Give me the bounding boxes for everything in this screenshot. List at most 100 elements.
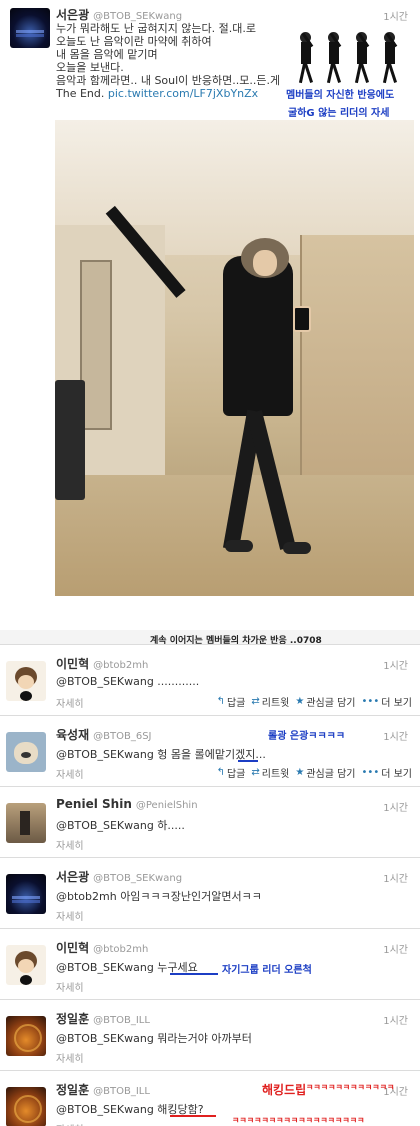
dancer-figure: [292, 28, 318, 86]
author-name[interactable]: Peniel Shin: [56, 797, 132, 811]
annotation: ㅋㅋㅋㅋㅋㅋㅋㅋㅋㅋㅋㅋㅋㅋㅋㅋㅋㅋ: [232, 1116, 365, 1125]
reply-header: 육성재 @BTOB_6SJ: [56, 726, 151, 743]
reply-header: Peniel Shin @PenielShin: [56, 797, 198, 811]
tweet-actions: ↰ 답글 ⇄ 리트윗 ★ 관심글 담기 ••• 더 보기: [217, 765, 412, 780]
more-button[interactable]: ••• 더 보기: [362, 694, 412, 709]
author-handle[interactable]: @PenielShin: [136, 800, 198, 811]
reply-time[interactable]: 1시간: [383, 799, 408, 814]
annotation-underline: [170, 1115, 216, 1117]
reply-header: 이민혁 @btob2mh: [56, 655, 148, 672]
detail-link[interactable]: 자세히: [56, 908, 84, 923]
annotation-underline: [170, 973, 218, 975]
reply-time[interactable]: 1시간: [383, 728, 408, 743]
replies-section: 계속 이어지는 멤버들의 차가운 반응 ..0708 이민혁 @btob2mh 1…: [0, 630, 420, 1126]
detail-link[interactable]: 자세히: [56, 766, 84, 781]
tweet-line: 오늘을 보낸다.: [56, 61, 124, 74]
tweet-line: 음악과 함께라면.. 내 Soul이 반응하면..모..든.게: [56, 74, 281, 87]
annotation: 롤광 은광ㅋㅋㅋㅋ: [268, 731, 346, 742]
annotation: 해킹드립: [262, 1083, 307, 1097]
star-icon: ★: [295, 696, 305, 707]
author-handle[interactable]: @BTOB_SEKwang: [93, 873, 182, 884]
retweet-icon: ⇄: [251, 696, 260, 707]
tweet-line: 내 몸을 음악에 맡기며: [56, 48, 158, 61]
dancer-figure: [320, 28, 346, 86]
tweet-line-last: The End. pic.twitter.com/LF7jXbYnZx: [56, 87, 280, 100]
tweet-line: 누가 뭐라해도 난 굽혀지지 않는다. 절.대.로: [56, 22, 257, 35]
reply-time[interactable]: 1시간: [383, 870, 408, 885]
reply-text: @BTOB_SEKwang 헝 몸을 롤에맡기겠지...: [56, 748, 266, 761]
tweet-photo[interactable]: [55, 120, 414, 596]
detail-link[interactable]: 자세히: [56, 979, 84, 994]
reply-item[interactable]: Peniel Shin @PenielShin 1시간 @BTOB_SEKwang…: [0, 786, 420, 857]
retweet-button[interactable]: ⇄ 리트윗: [251, 694, 289, 709]
avatar[interactable]: [6, 803, 46, 843]
overlay-annotation: 멤버들의 자신한 반응에도: [286, 90, 395, 101]
author-name[interactable]: 정일훈: [56, 1083, 89, 1097]
author-handle[interactable]: @btob2mh: [93, 660, 148, 671]
overlay-annotation: 굴하G 않는 리더의 자세: [288, 108, 390, 119]
more-button[interactable]: ••• 더 보기: [362, 765, 412, 780]
author-name[interactable]: 육성재: [56, 728, 89, 742]
avatar[interactable]: [6, 1087, 46, 1126]
reply-header: 이민혁 @btob2mh: [56, 939, 148, 956]
tweet-line: 오늘도 난 음악이란 마약에 취하여: [56, 35, 212, 48]
author-name[interactable]: 서은광: [56, 8, 89, 22]
tweet-actions: ↰ 답글 ⇄ 리트윗 ★ 관심글 담기 ••• 더 보기: [217, 694, 412, 709]
detail-link[interactable]: 자세히: [56, 837, 84, 852]
author-handle[interactable]: @BTOB_SEKwang: [93, 11, 182, 22]
retweet-button[interactable]: ⇄ 리트윗: [251, 765, 289, 780]
detail-link[interactable]: 자세히: [56, 1050, 84, 1065]
reply-header: 정일훈 @BTOB_ILL: [56, 1081, 150, 1098]
avatar[interactable]: [6, 732, 46, 772]
reply-button[interactable]: ↰ 답글: [217, 765, 246, 780]
reply-item[interactable]: 서은광 @BTOB_SEKwang 1시간 @btob2mh 아임ㅋㅋㅋ장난인거알…: [0, 857, 420, 928]
pic-link[interactable]: pic.twitter.com/LF7jXbYnZx: [108, 87, 258, 100]
annotation: 자기그룹 리더 오른척: [222, 965, 312, 976]
reply-item[interactable]: 이민혁 @btob2mh 1시간 @BTOB_SEKwang ..........…: [0, 644, 420, 715]
author-handle[interactable]: @BTOB_ILL: [93, 1015, 150, 1026]
reply-item[interactable]: 육성재 @BTOB_6SJ 1시간 @BTOB_SEKwang 헝 몸을 롤에맡기…: [0, 715, 420, 786]
more-icon: •••: [361, 696, 380, 707]
author-name[interactable]: 이민혁: [56, 657, 89, 671]
star-icon: ★: [295, 767, 305, 778]
author-name[interactable]: 정일훈: [56, 1012, 89, 1026]
reply-item[interactable]: 정일훈 @BTOB_ILL 1시간 @BTOB_SEKwang 뭐라는거야 아까부…: [0, 999, 420, 1070]
reply-item[interactable]: 정일훈@BTOB_ILL 1시간 @BTOB_SEKwang 해킹당함? 자세히…: [0, 1070, 420, 1126]
author-name[interactable]: 이민혁: [56, 941, 89, 955]
avatar[interactable]: [10, 8, 50, 48]
avatar[interactable]: [6, 945, 46, 985]
favorite-button[interactable]: ★ 관심글 담기: [295, 694, 355, 709]
reply-item[interactable]: 이민혁 @btob2mh 1시간 @BTOB_SEKwang 누구세요 자세히 자…: [0, 928, 420, 999]
annotation-underline: [238, 760, 258, 762]
avatar[interactable]: [6, 661, 46, 701]
author-handle[interactable]: @BTOB_ILL: [93, 1086, 150, 1097]
reply-time[interactable]: 1시간: [383, 941, 408, 956]
detail-link[interactable]: 자세히: [56, 695, 84, 710]
top-tweet: 서은광 @BTOB_SEKwang 1시간 누가 뭐라해도 난 굽혀지지 않는다.…: [0, 0, 420, 615]
tweet-text: 누가 뭐라해도 난 굽혀지지 않는다. 절.대.로 오늘도 난 음악이란 마약에…: [56, 22, 280, 100]
avatar[interactable]: [6, 874, 46, 914]
reply-text: @BTOB_SEKwang 하.....: [56, 819, 185, 832]
reply-time[interactable]: 1시간: [383, 657, 408, 672]
tweet-header: 서은광 @BTOB_SEKwang: [56, 6, 182, 23]
reply-text: @BTOB_SEKwang ............: [56, 675, 200, 688]
reply-icon: ↰: [216, 696, 225, 707]
more-icon: •••: [361, 767, 380, 778]
tweet-time[interactable]: 1시간: [383, 8, 408, 23]
dancers-illustration: [292, 28, 414, 88]
reply-text: @BTOB_SEKwang 뭐라는거야 아까부터: [56, 1032, 252, 1045]
tweet-end-text: The End.: [56, 87, 105, 100]
reply-button[interactable]: ↰ 답글: [217, 694, 246, 709]
author-name[interactable]: 서은광: [56, 870, 89, 884]
author-handle[interactable]: @BTOB_6SJ: [93, 731, 151, 742]
avatar[interactable]: [6, 1016, 46, 1056]
favorite-button[interactable]: ★ 관심글 담기: [295, 765, 355, 780]
reply-header: 서은광 @BTOB_SEKwang: [56, 868, 182, 885]
reply-time[interactable]: 1시간: [383, 1012, 408, 1027]
dancer-figure: [376, 28, 402, 86]
reply-icon: ↰: [216, 767, 225, 778]
detail-link[interactable]: 자세히: [56, 1121, 84, 1126]
author-handle[interactable]: @btob2mh: [93, 944, 148, 955]
reply-text: @btob2mh 아임ㅋㅋㅋ장난인거알면서ㅋㅋ: [56, 890, 262, 903]
retweet-icon: ⇄: [251, 767, 260, 778]
